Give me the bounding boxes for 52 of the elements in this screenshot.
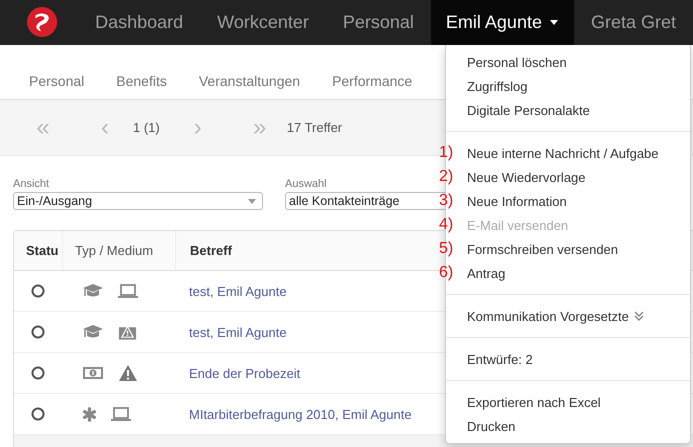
subject-link[interactable]: test, Emil Agunte: [189, 324, 287, 340]
annotation-number: 6): [439, 263, 454, 283]
annotation-number: 1): [439, 143, 454, 163]
menu-item[interactable]: Zugriffslog: [467, 74, 528, 98]
nav-item[interactable]: Personal: [326, 0, 431, 45]
column-header[interactable]: Typ / Medium: [62, 231, 175, 270]
sub-tab[interactable]: Veranstaltungen: [182, 73, 316, 89]
nav-item[interactable]: Emil Agunte: [430, 0, 574, 45]
filter-label: Ansicht: [13, 178, 50, 190]
asterisk-icon: [82, 406, 97, 422]
nav-item[interactable]: Dashboard: [78, 0, 200, 45]
graduation-cap-icon: [82, 324, 104, 340]
menu-item[interactable]: Entwürfe: 2: [467, 347, 533, 371]
nav-item[interactable]: Greta Gret: [574, 0, 693, 45]
result-count: 17 Treffer: [286, 120, 342, 135]
menu-item[interactable]: Drucken: [467, 414, 516, 438]
menu-item[interactable]: Formschreiben versenden: [467, 237, 618, 261]
column-header[interactable]: Statu: [14, 243, 62, 258]
menu-item[interactable]: Digitale Personalakte: [467, 98, 590, 122]
menu-item[interactable]: Neue Information: [467, 189, 567, 213]
graduation-cap-icon: [82, 283, 104, 299]
menu-item[interactable]: Personal löschen: [467, 50, 567, 74]
menu-item[interactable]: Neue interne Nachricht / Aufgabe: [467, 141, 659, 165]
warning-icon: [118, 364, 138, 382]
status-circle-icon: [31, 284, 45, 298]
page-number: 1 (1): [133, 120, 160, 135]
nav-item[interactable]: Workcenter: [200, 0, 326, 45]
status-circle-icon: [31, 325, 45, 339]
menu-item[interactable]: Neue Wiedervorlage: [467, 165, 586, 189]
laptop-icon: [111, 407, 131, 421]
annotation-number: 3): [439, 191, 454, 211]
alert-picture-icon: [118, 324, 137, 340]
column-header[interactable]: Betreff: [175, 231, 232, 270]
logo-icon[interactable]: [27, 6, 58, 38]
menu-item[interactable]: Antrag: [467, 261, 506, 285]
subject-link[interactable]: Ende der Probezeit: [189, 366, 300, 380]
status-circle-icon: [31, 366, 45, 380]
subject-link[interactable]: MItarbiterbefragung 2010, Emil Agunte: [189, 406, 412, 422]
status-circle-icon: [31, 407, 45, 421]
subject-link[interactable]: test, Emil Agunte: [189, 284, 287, 298]
annotation-number: 4): [439, 215, 454, 235]
sub-tab[interactable]: Benefits: [100, 73, 183, 89]
caret-icon: [248, 198, 256, 204]
annotation-number: 2): [439, 167, 454, 187]
sub-tab[interactable]: Personal: [13, 73, 100, 89]
sub-tab[interactable]: Performance: [316, 73, 428, 89]
menu-item[interactable]: Kommunikation Vorgesetzte: [467, 304, 644, 328]
select-field[interactable]: Ein-/Ausgang: [13, 192, 263, 210]
laptop-icon: [118, 284, 138, 298]
banknote-icon: [82, 366, 104, 380]
menu-item[interactable]: Exportieren nach Excel: [467, 390, 601, 414]
annotation-number: 5): [439, 239, 454, 259]
